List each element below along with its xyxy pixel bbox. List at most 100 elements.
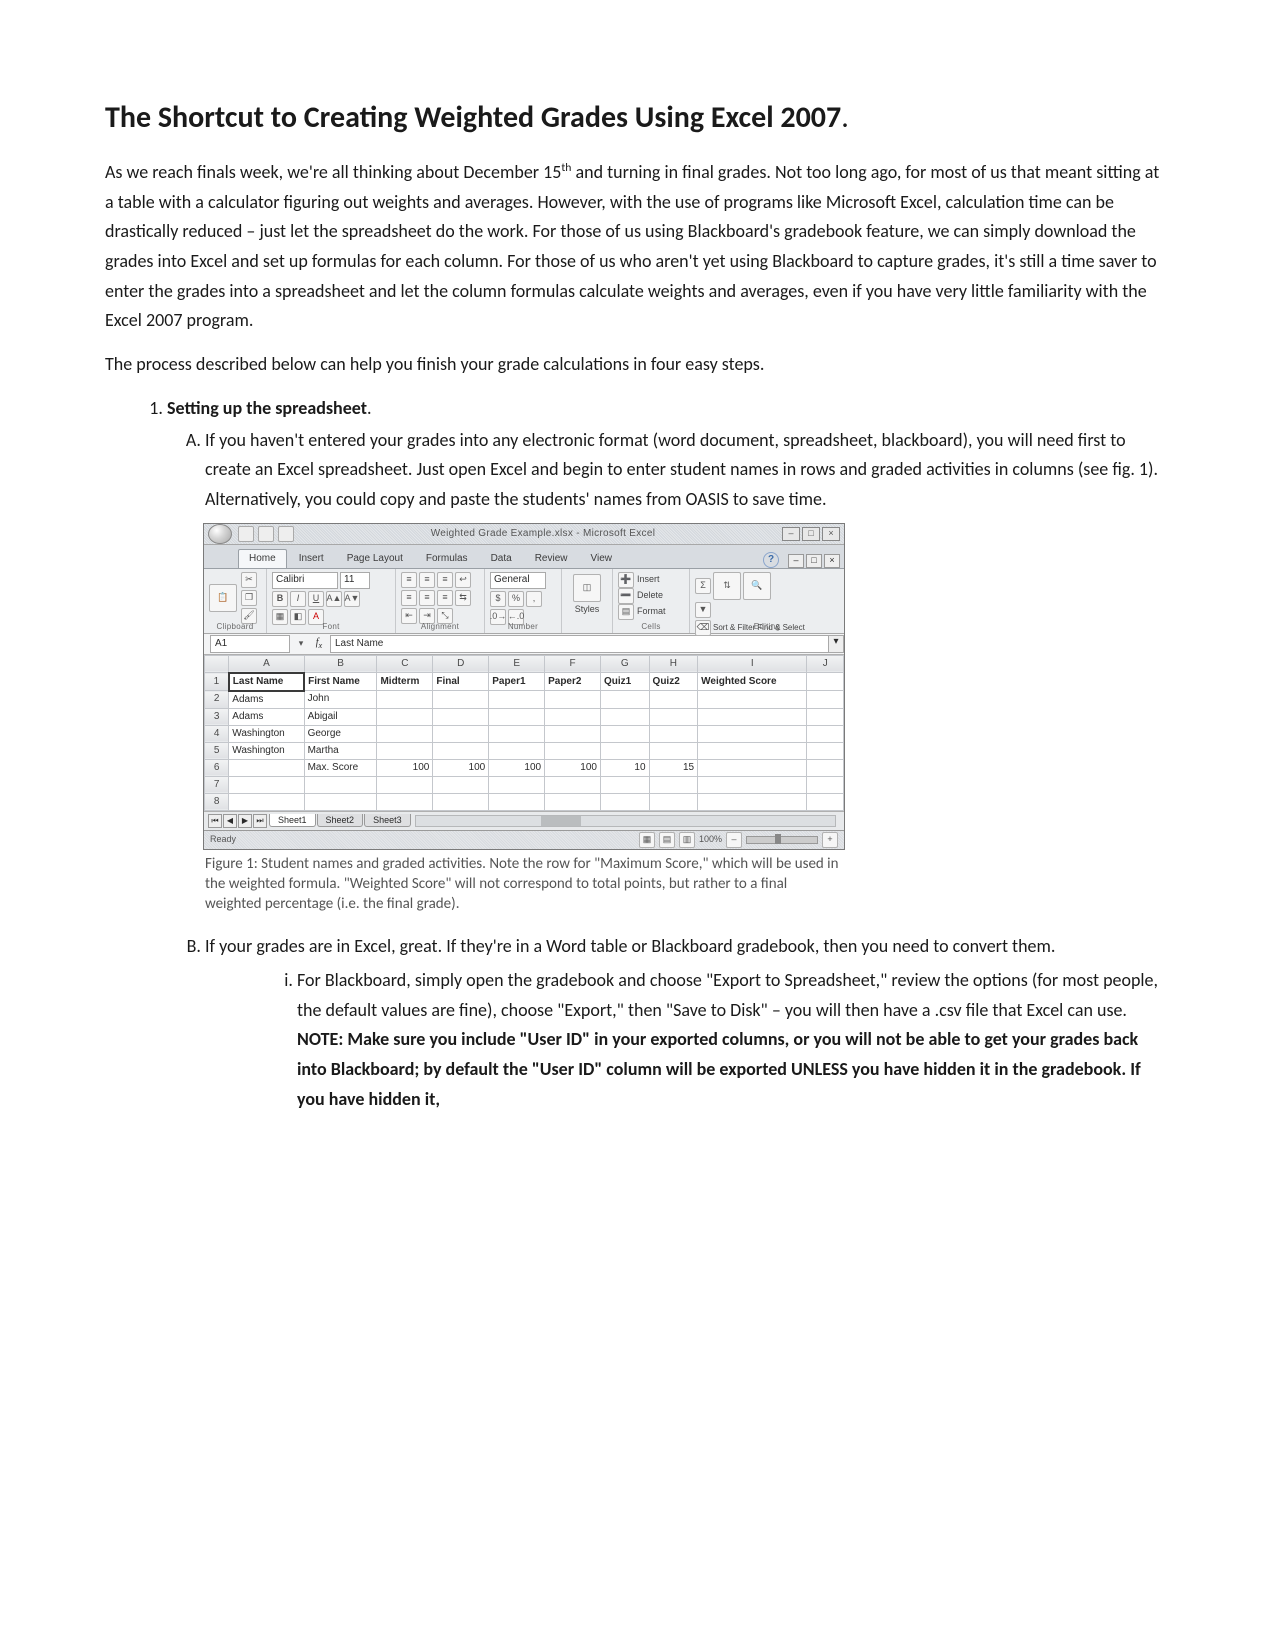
cell[interactable] — [600, 725, 649, 742]
column-header[interactable]: E — [489, 655, 545, 673]
cell[interactable] — [698, 725, 807, 742]
row-header[interactable]: 6 — [205, 759, 229, 776]
cell[interactable]: 100 — [489, 759, 545, 776]
cell[interactable]: Adams — [229, 691, 304, 709]
align-top-icon[interactable]: ≡ — [401, 572, 417, 588]
cell[interactable] — [433, 776, 489, 793]
fx-icon[interactable]: fx — [308, 637, 330, 651]
tab-formulas[interactable]: Formulas — [415, 549, 479, 568]
cell[interactable]: Martha — [304, 742, 377, 759]
cell[interactable] — [807, 673, 844, 691]
cell[interactable] — [304, 793, 377, 810]
cell[interactable] — [489, 708, 545, 725]
doc-minimize-icon[interactable]: – — [788, 554, 804, 568]
cell[interactable] — [489, 691, 545, 709]
row-header[interactable]: 3 — [205, 708, 229, 725]
cell[interactable] — [807, 742, 844, 759]
cell[interactable] — [698, 742, 807, 759]
cell[interactable]: John — [304, 691, 377, 709]
cell[interactable] — [807, 776, 844, 793]
cell[interactable]: Adams — [229, 708, 304, 725]
cell[interactable] — [649, 725, 698, 742]
cell[interactable] — [600, 776, 649, 793]
sheet-tab-1[interactable]: Sheet1 — [269, 814, 316, 828]
fill-icon[interactable]: ▼ — [695, 602, 711, 618]
row-header[interactable]: 5 — [205, 742, 229, 759]
cell[interactable]: 100 — [433, 759, 489, 776]
cell[interactable] — [433, 742, 489, 759]
autosum-icon[interactable]: Σ — [695, 578, 711, 594]
redo-icon[interactable] — [278, 526, 294, 542]
column-header[interactable]: B — [304, 655, 377, 673]
align-center-icon[interactable]: ≡ — [419, 590, 435, 606]
cell[interactable]: 15 — [649, 759, 698, 776]
cell[interactable] — [377, 776, 433, 793]
cell[interactable]: Max. Score — [304, 759, 377, 776]
sheet-nav-next-icon[interactable]: ▶ — [238, 814, 252, 828]
column-header[interactable]: F — [545, 655, 601, 673]
cell[interactable] — [304, 776, 377, 793]
cell[interactable]: 100 — [377, 759, 433, 776]
cell[interactable] — [377, 742, 433, 759]
cell[interactable] — [229, 759, 304, 776]
cell[interactable]: Washington — [229, 725, 304, 742]
cell[interactable] — [433, 708, 489, 725]
cell[interactable] — [433, 793, 489, 810]
percent-icon[interactable]: % — [508, 591, 524, 607]
cell[interactable] — [698, 708, 807, 725]
sheet-nav-prev-icon[interactable]: ◀ — [223, 814, 237, 828]
cell[interactable] — [377, 691, 433, 709]
column-header[interactable]: C — [377, 655, 433, 673]
cell[interactable] — [600, 742, 649, 759]
zoom-out-icon[interactable]: – — [726, 832, 742, 848]
column-header[interactable]: J — [807, 655, 844, 673]
cell[interactable] — [489, 776, 545, 793]
cell[interactable] — [545, 708, 601, 725]
font-name-dropdown[interactable]: Calibri — [272, 572, 338, 589]
cell[interactable] — [433, 725, 489, 742]
cell[interactable] — [600, 793, 649, 810]
cell[interactable] — [649, 793, 698, 810]
maximize-icon[interactable]: □ — [802, 527, 820, 541]
cell[interactable]: Abigail — [304, 708, 377, 725]
sheet-tab-3[interactable]: Sheet3 — [364, 814, 411, 828]
align-left-icon[interactable]: ≡ — [401, 590, 417, 606]
sort-filter-icon[interactable]: ⇅ — [713, 572, 741, 600]
window-controls[interactable]: – □ × — [782, 527, 840, 541]
insert-cells-icon[interactable]: ➕ — [618, 572, 634, 588]
cell[interactable] — [649, 776, 698, 793]
cell[interactable]: Paper1 — [489, 673, 545, 691]
tab-review[interactable]: Review — [524, 549, 579, 568]
zoom-in-icon[interactable]: + — [822, 832, 838, 848]
italic-icon[interactable]: I — [290, 591, 306, 607]
view-pagebreak-icon[interactable]: ▥ — [679, 832, 695, 848]
expand-formula-icon[interactable]: ▾ — [828, 635, 844, 653]
cell[interactable] — [545, 725, 601, 742]
delete-cells-icon[interactable]: ➖ — [618, 588, 634, 604]
cell[interactable] — [545, 793, 601, 810]
tab-view[interactable]: View — [579, 549, 623, 568]
cell[interactable]: George — [304, 725, 377, 742]
cell[interactable] — [807, 708, 844, 725]
cell[interactable] — [545, 691, 601, 709]
cell[interactable] — [698, 793, 807, 810]
row-header[interactable]: 2 — [205, 691, 229, 709]
format-cells-icon[interactable]: ▤ — [618, 604, 634, 620]
grow-font-icon[interactable]: A▲ — [326, 591, 342, 607]
copy-icon[interactable]: ❐ — [241, 590, 257, 606]
tab-insert[interactable]: Insert — [288, 549, 335, 568]
spreadsheet-grid[interactable]: ABCDEFGHIJ1Last NameFirst NameMidtermFin… — [204, 655, 844, 811]
cell[interactable]: Last Name — [229, 673, 304, 691]
find-select-icon[interactable]: 🔍 — [743, 572, 771, 600]
column-header[interactable]: D — [433, 655, 489, 673]
tab-home[interactable]: Home — [238, 549, 287, 568]
wrap-text-icon[interactable]: ↩ — [455, 572, 471, 588]
cell-styles-icon[interactable]: ◫ — [573, 574, 601, 602]
minimize-icon[interactable]: – — [782, 527, 800, 541]
office-button-icon[interactable] — [208, 524, 232, 544]
column-header[interactable]: A — [229, 655, 304, 673]
tab-data[interactable]: Data — [480, 549, 523, 568]
zoom-slider[interactable] — [746, 836, 818, 844]
cell[interactable] — [807, 725, 844, 742]
comma-icon[interactable]: , — [526, 591, 542, 607]
